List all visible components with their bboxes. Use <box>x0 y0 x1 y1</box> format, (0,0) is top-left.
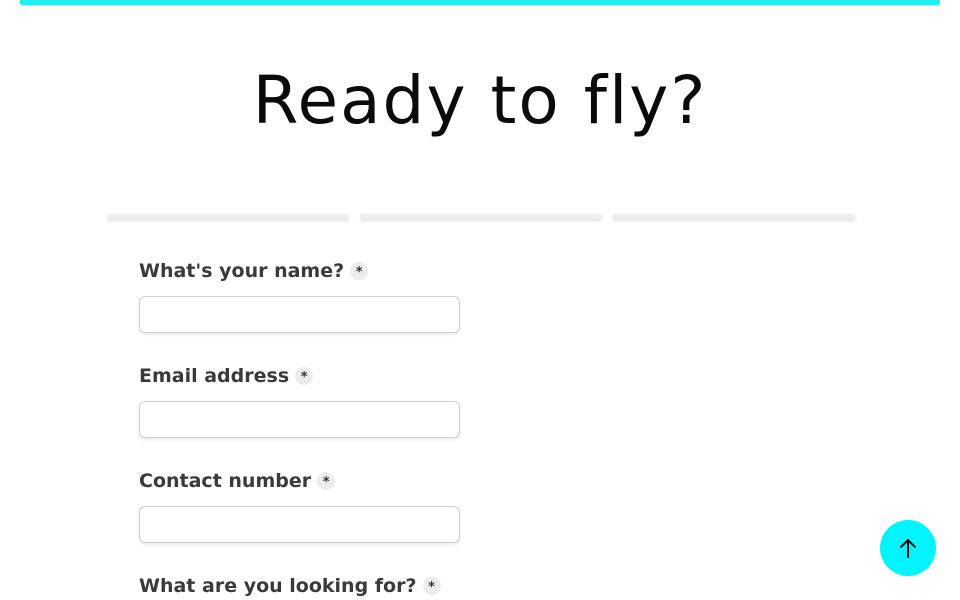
step-progress <box>107 214 855 222</box>
required-badge: * <box>295 367 314 385</box>
step-indicator-2 <box>360 214 602 219</box>
scroll-to-top-button[interactable] <box>880 520 936 576</box>
name-input[interactable] <box>139 296 460 333</box>
page: Ready to fly? What's your name? * Email … <box>0 0 960 600</box>
email-label-text: Email address <box>139 365 290 387</box>
contact-number-input[interactable] <box>139 506 460 543</box>
top-accent-bar <box>20 0 940 5</box>
required-badge: * <box>317 472 336 490</box>
looking-for-label-text: What are you looking for? <box>139 575 417 597</box>
required-badge: * <box>422 577 441 595</box>
contact-number-label-text: Contact number <box>139 470 312 492</box>
required-badge: * <box>350 262 369 280</box>
page-title: Ready to fly? <box>252 62 708 139</box>
contact-number-field-label: Contact number * <box>139 470 336 492</box>
step-indicator-3 <box>613 214 855 219</box>
looking-for-field-label: What are you looking for? * <box>139 575 441 597</box>
name-field-label: What's your name? * <box>139 260 369 282</box>
email-input[interactable] <box>139 401 460 438</box>
email-field-label: Email address * <box>139 365 314 387</box>
arrow-up-icon <box>900 539 916 558</box>
name-label-text: What's your name? <box>139 260 345 282</box>
step-indicator-1 <box>107 214 349 219</box>
